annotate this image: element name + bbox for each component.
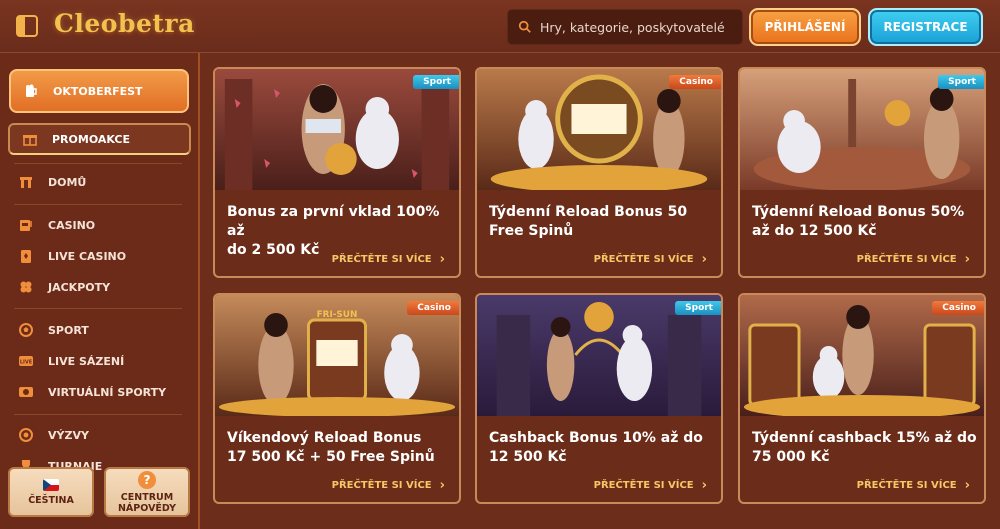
divider <box>14 163 182 164</box>
sidebar-item-jackpots[interactable]: JACKPOTY <box>18 277 110 297</box>
promo-title: Týdenní Reload Bonus 50 Free Spinů <box>489 203 717 241</box>
read-more-link[interactable]: PŘEČTĚTE SI VÍCE › <box>332 252 445 267</box>
sidebar-item-oktoberfest[interactable]: OKTOBERFEST <box>9 69 189 113</box>
help-label-line-1: CENTRUM <box>120 491 174 503</box>
top-header: Cleobetra PŘIHLÁŠENÍ REGISTRACE <box>0 0 1000 53</box>
svg-text:FRI-SUN: FRI-SUN <box>317 310 358 320</box>
search-input[interactable] <box>540 19 740 35</box>
read-more-link[interactable]: PŘEČTĚTE SI VÍCE › <box>594 252 707 267</box>
promo-title-line-1: Týdenní cashback 15% až do <box>752 430 977 446</box>
register-button[interactable]: REGISTRACE <box>868 8 983 46</box>
sidebar-item-label: SPORT <box>48 323 89 337</box>
help-center-button[interactable]: ? CENTRUM NÁPOVĚDY <box>104 467 190 517</box>
promo-title-line-1: Bonus za první vklad 100% až <box>227 204 440 239</box>
chevron-right-icon: › <box>964 478 970 493</box>
promo-title: Cashback Bonus 10% až do 12 500 Kč <box>489 429 717 467</box>
read-more-link[interactable]: PŘEČTĚTE SI VÍCE › <box>857 478 970 493</box>
chevron-right-icon: › <box>439 478 445 493</box>
sidebar-item-label: JACKPOTY <box>48 280 111 294</box>
question-icon: ? <box>138 470 156 489</box>
sidebar-item-label: LIVE CASINO <box>48 249 127 263</box>
svg-text:LIVE: LIVE <box>20 360 33 366</box>
promo-title-line-2: 12 500 Kč <box>489 449 567 465</box>
search-icon <box>518 20 531 33</box>
sidebar-item-casino[interactable]: CASINO <box>18 215 95 235</box>
category-badge: Casino <box>407 301 459 315</box>
sidebar-item-label: LIVE SÁZENÍ <box>48 354 125 368</box>
divider <box>14 308 182 309</box>
read-more-label: PŘEČTĚTE SI VÍCE <box>331 480 432 491</box>
read-more-label: PŘEČTĚTE SI VÍCE <box>593 480 694 491</box>
promo-card[interactable]: Sport Týdenní Reload Bonus 50% až do 12 … <box>738 67 986 278</box>
sidebar-toggle-icon[interactable] <box>16 15 38 37</box>
promo-title-line-1: Týdenní Reload Bonus 50 <box>489 204 688 220</box>
promo-title-line-1: Týdenní Reload Bonus 50% <box>752 204 965 220</box>
beer-icon <box>23 83 39 99</box>
promo-card[interactable]: Sport Bonus za první vklad 100% až do 2 … <box>213 67 461 278</box>
slot-machine-icon <box>18 217 34 233</box>
sidebar-item-label: CASINO <box>48 218 96 232</box>
read-more-label: PŘEČTĚTE SI VÍCE <box>593 254 694 265</box>
sidebar-item-label: OKTOBERFEST <box>53 84 143 98</box>
promo-title-line-2: Free Spinů <box>489 223 574 239</box>
read-more-label: PŘEČTĚTE SI VÍCE <box>856 480 957 491</box>
promo-card[interactable]: Casino Týdenní Reload Bonus 50 Free Spin… <box>475 67 723 278</box>
site-logo[interactable]: Cleobetra <box>54 9 195 43</box>
promo-title-line-2: 75 000 Kč <box>752 449 830 465</box>
read-more-link[interactable]: PŘEČTĚTE SI VÍCE › <box>857 252 970 267</box>
sidebar-item-label: PROMOAKCE <box>52 132 131 146</box>
clover-icon <box>18 279 34 295</box>
read-more-label: PŘEČTĚTE SI VÍCE <box>856 254 957 265</box>
promo-card[interactable]: Sport Cashback Bonus 10% až do 12 500 Kč… <box>475 293 723 504</box>
czech-flag-icon <box>43 478 59 491</box>
read-more-link[interactable]: PŘEČTĚTE SI VÍCE › <box>332 478 445 493</box>
category-badge: Sport <box>938 75 984 89</box>
read-more-label: PŘEČTĚTE SI VÍCE <box>331 254 432 265</box>
promo-title: Týdenní Reload Bonus 50% až do 12 500 Kč <box>752 203 980 241</box>
promo-title-line-1: Víkendový Reload Bonus <box>227 430 422 446</box>
chevron-right-icon: › <box>964 252 970 267</box>
chevron-right-icon: › <box>701 478 707 493</box>
card-icon <box>18 248 34 264</box>
promo-card[interactable]: FRI-SUN Casino Víkendový Reload Bonus 17… <box>213 293 461 504</box>
divider <box>14 414 182 415</box>
sidebar-item-label: VÝZVY <box>48 428 89 442</box>
category-badge: Casino <box>669 75 721 89</box>
category-badge: Sport <box>675 301 721 315</box>
category-badge: Sport <box>413 75 459 89</box>
category-badge: Casino <box>932 301 984 315</box>
target-icon <box>18 427 34 443</box>
language-button[interactable]: ČEŠTINA <box>8 467 94 517</box>
chevron-right-icon: › <box>701 252 707 267</box>
sidebar-item-home[interactable]: DOMŮ <box>18 172 86 192</box>
live-icon: LIVE <box>18 353 34 369</box>
sidebar-item-challenges[interactable]: VÝZVY <box>18 425 89 445</box>
virtual-icon <box>18 384 34 400</box>
promo-card[interactable]: Casino Týdenní cashback 15% až do 75 000… <box>738 293 986 504</box>
promotions-grid: Sport Bonus za první vklad 100% až do 2 … <box>200 53 1000 529</box>
sidebar-item-label: DOMŮ <box>48 175 87 189</box>
sidebar-item-sport[interactable]: SPORT <box>18 320 89 340</box>
home-icon <box>18 174 34 190</box>
login-button[interactable]: PŘIHLÁŠENÍ <box>749 8 861 46</box>
sidebar: OKTOBERFEST PROMOAKCE DOMŮ CASINO LIVE C… <box>0 53 200 529</box>
sidebar-item-live-betting[interactable]: LIVE LIVE SÁZENÍ <box>18 351 124 371</box>
soccer-ball-icon <box>18 322 34 338</box>
chevron-right-icon: › <box>439 252 445 267</box>
sidebar-item-promotions[interactable]: PROMOAKCE <box>8 123 191 155</box>
sidebar-item-virtual-sports[interactable]: VIRTUÁLNÍ SPORTY <box>18 382 166 402</box>
sidebar-item-live-casino[interactable]: LIVE CASINO <box>18 246 126 266</box>
promo-title: Týdenní cashback 15% až do 75 000 Kč <box>752 429 980 467</box>
help-label-line-2: NÁPOVĚDY <box>117 502 176 514</box>
read-more-link[interactable]: PŘEČTĚTE SI VÍCE › <box>594 478 707 493</box>
search-box[interactable] <box>507 9 743 45</box>
promo-title: Víkendový Reload Bonus 17 500 Kč + 50 Fr… <box>227 429 455 467</box>
promo-title-line-2: 17 500 Kč + 50 Free Spinů <box>227 449 435 465</box>
promo-title-line-2: až do 12 500 Kč <box>752 223 877 239</box>
gift-icon <box>22 131 38 147</box>
divider <box>14 204 182 205</box>
promo-title-line-1: Cashback Bonus 10% až do <box>489 430 703 446</box>
language-label: ČEŠTINA <box>28 494 74 506</box>
sidebar-item-label: VIRTUÁLNÍ SPORTY <box>48 385 167 399</box>
